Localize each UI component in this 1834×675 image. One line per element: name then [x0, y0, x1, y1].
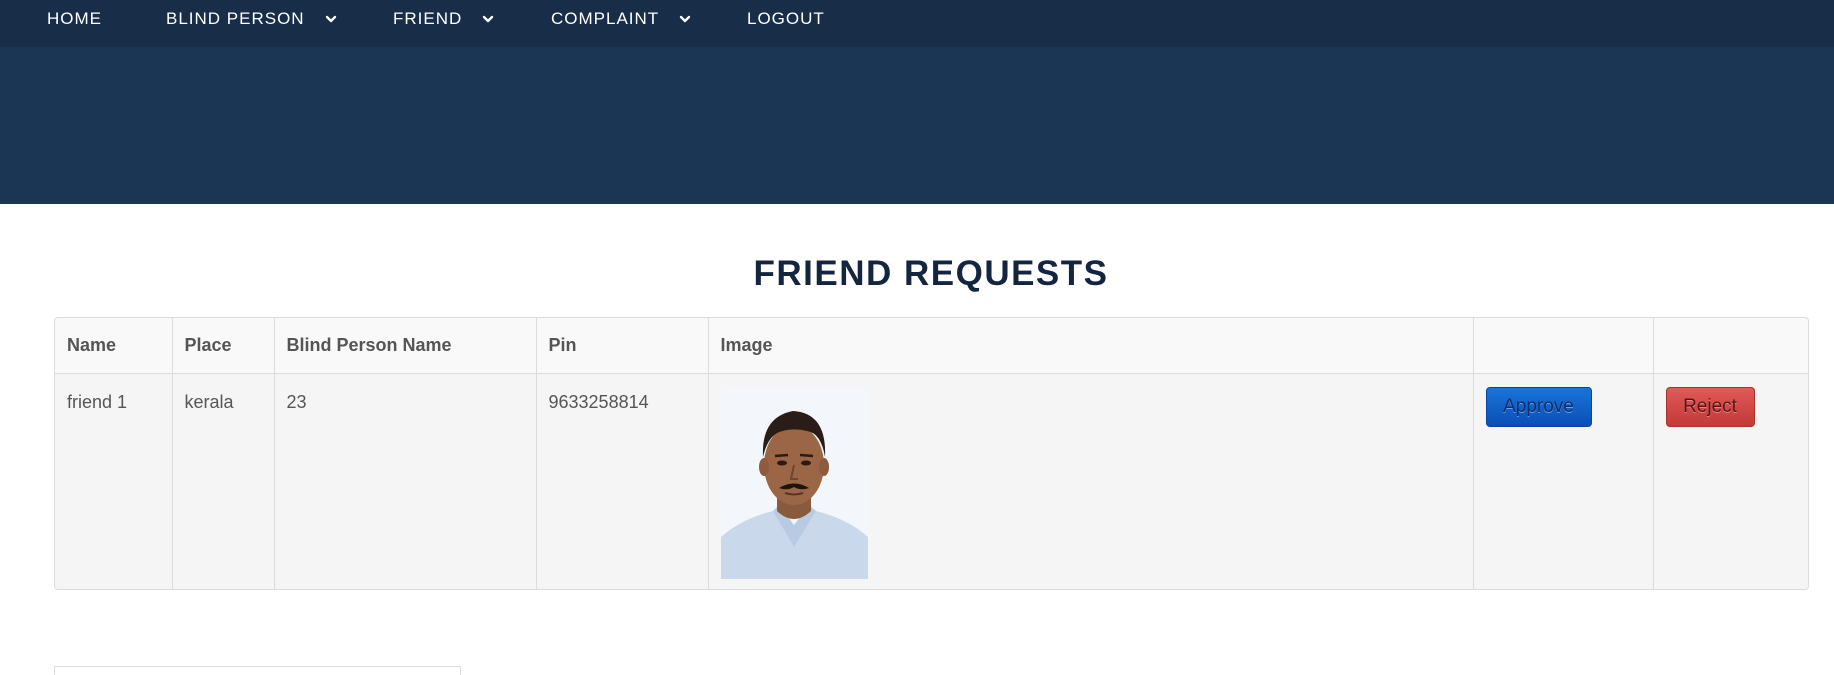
column-header-reject: [1653, 318, 1808, 374]
column-header-approve: [1473, 318, 1654, 374]
nav-complaint[interactable]: COMPLAINT: [551, 9, 691, 29]
nav-logout[interactable]: LOGOUT: [747, 9, 825, 29]
cell-name: friend 1: [55, 373, 173, 589]
nav-friend[interactable]: FRIEND: [393, 9, 494, 29]
cell-reject: Reject: [1653, 373, 1808, 589]
table-header-row: Name Place Blind Person Name Pin Image: [55, 318, 1808, 374]
chevron-down-icon: [679, 15, 691, 23]
table-row: friend 1 kerala 23 9633258814 Approve Re…: [55, 373, 1808, 589]
nav-blind-person-label: BLIND PERSON: [166, 9, 305, 28]
nav-home-label: HOME: [47, 9, 102, 28]
reject-button[interactable]: Reject: [1665, 386, 1755, 427]
cell-place: kerala: [172, 373, 275, 589]
column-header-pin: Pin: [536, 318, 709, 374]
cell-pin: 9633258814: [536, 373, 709, 589]
main-nav: HOME BLIND PERSON FRIEND COMPLAINT LOGOU…: [0, 0, 1834, 37]
nav-blind-person[interactable]: BLIND PERSON: [166, 9, 337, 29]
column-header-name: Name: [55, 318, 173, 374]
friend-photo: [720, 386, 868, 579]
column-header-image: Image: [708, 318, 1474, 374]
nav-complaint-label: COMPLAINT: [551, 9, 660, 28]
nav-home[interactable]: HOME: [47, 9, 102, 29]
cell-approve: Approve: [1473, 373, 1654, 589]
chevron-down-icon: [325, 15, 336, 23]
cell-blind-person-name: 23: [274, 373, 537, 589]
cell-image: [708, 373, 1474, 589]
footer-panel: [54, 666, 461, 675]
friend-requests-table: Name Place Blind Person Name Pin Image f…: [54, 317, 1809, 590]
nav-logout-label: LOGOUT: [747, 9, 825, 28]
column-header-blind-person-name: Blind Person Name: [274, 318, 537, 374]
chevron-down-icon: [483, 15, 494, 23]
hero-banner: [0, 47, 1834, 204]
top-navbar: HOME BLIND PERSON FRIEND COMPLAINT LOGOU…: [0, 0, 1834, 47]
page-title: FRIEND REQUESTS: [753, 254, 1109, 293]
nav-friend-label: FRIEND: [393, 9, 463, 28]
column-header-place: Place: [172, 318, 275, 374]
approve-button[interactable]: Approve: [1485, 386, 1592, 427]
